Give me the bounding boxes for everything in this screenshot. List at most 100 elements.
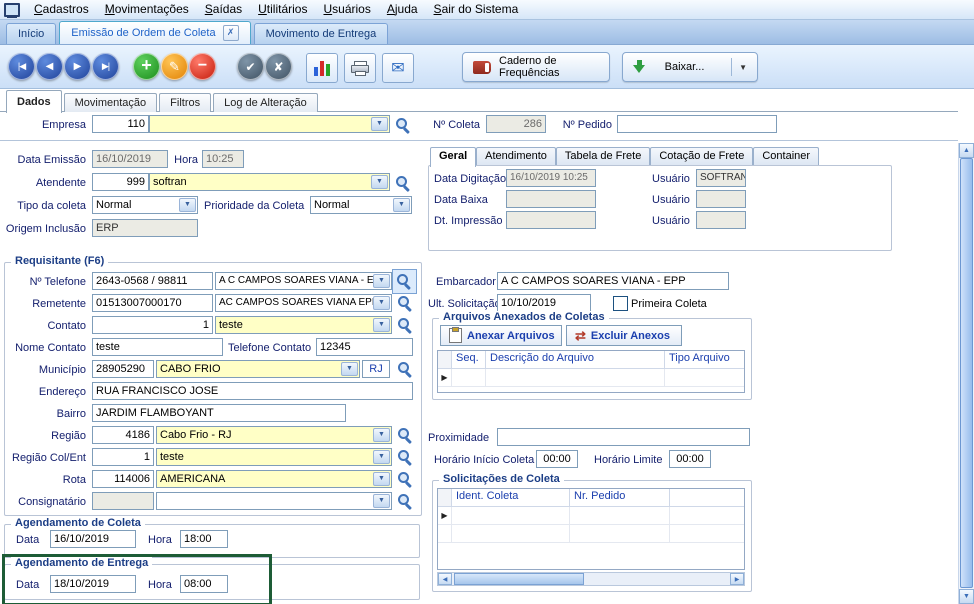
rota-combo[interactable]: AMERICANA xyxy=(156,470,392,488)
nav-last-button[interactable] xyxy=(92,53,119,80)
menu-sair-do-sistema[interactable]: Sair do Sistema xyxy=(426,0,527,19)
menu-cadastros[interactable]: Cadastros xyxy=(26,0,97,19)
empresa-search-icon[interactable] xyxy=(394,116,411,133)
regiao-col-ent-code-field[interactable]: 1 xyxy=(92,448,154,466)
bairro-field[interactable]: JARDIM FLAMBOYANT xyxy=(92,404,346,422)
primeira-coleta-checkbox[interactable] xyxy=(613,296,628,311)
empresa-combo[interactable] xyxy=(149,115,390,133)
dropdown-arrow-icon[interactable] xyxy=(393,198,410,212)
dropdown-arrow-icon[interactable] xyxy=(373,296,390,310)
tab-tabela-de-frete[interactable]: Tabela de Frete xyxy=(556,147,650,165)
dropdown-arrow-icon[interactable] xyxy=(371,117,388,131)
nav-first-button[interactable] xyxy=(8,53,35,80)
atendente-search-icon[interactable] xyxy=(394,174,411,191)
nav-previous-button[interactable] xyxy=(36,53,63,80)
contato-code-field[interactable]: 1 xyxy=(92,316,213,334)
horario-limite-field[interactable]: 00:00 xyxy=(669,450,711,468)
dropdown-arrow-icon[interactable] xyxy=(373,494,390,508)
menu-ajuda[interactable]: Ajuda xyxy=(379,0,426,19)
cliente-search-icon[interactable] xyxy=(395,272,412,289)
anexos-grid[interactable]: Seq. Descrição do Arquivo Tipo Arquivo xyxy=(437,350,745,393)
dropdown-arrow-icon[interactable] xyxy=(373,428,390,442)
solicitacoes-grid-row[interactable] xyxy=(438,507,744,525)
close-icon[interactable] xyxy=(223,25,239,41)
tab-dados[interactable]: Dados xyxy=(6,90,62,113)
prioridade-combo[interactable]: Normal xyxy=(310,196,412,214)
dropdown-arrow-icon[interactable] xyxy=(341,362,358,376)
baixar-button[interactable]: Baixar... xyxy=(622,52,758,82)
remetente-search-icon[interactable] xyxy=(396,294,413,311)
telefone-field[interactable]: 2643-0568 / 98811 xyxy=(92,272,213,290)
proximidade-field[interactable] xyxy=(497,428,750,446)
contato-combo[interactable]: teste xyxy=(215,316,392,334)
empresa-code-field[interactable]: 110 xyxy=(92,115,149,133)
tab-movimento-de-entrega[interactable]: Movimento de Entrega xyxy=(254,23,389,44)
solicitacoes-grid-row[interactable] xyxy=(438,525,744,543)
send-button[interactable] xyxy=(382,53,414,83)
dropdown-arrow-icon[interactable] xyxy=(371,175,388,189)
regiao-combo[interactable]: Cabo Frio - RJ xyxy=(156,426,392,444)
tab-filtros[interactable]: Filtros xyxy=(159,93,211,112)
print-button[interactable] xyxy=(344,53,376,83)
nome-contato-field[interactable]: teste xyxy=(92,338,223,356)
excluir-anexos-button[interactable]: Excluir Anexos xyxy=(566,325,682,346)
solicitacoes-grid[interactable]: Ident. Coleta Nr. Pedido xyxy=(437,488,745,570)
dropdown-arrow-icon[interactable] xyxy=(373,318,390,332)
embarcador-field[interactable]: A C CAMPOS SOARES VIANA - EPP xyxy=(497,272,729,290)
contato-search-icon[interactable] xyxy=(396,316,413,333)
menu-saidas[interactable]: Saídas xyxy=(197,0,250,19)
horario-inicio-coleta-field[interactable]: 00:00 xyxy=(536,450,578,468)
telefone-contato-field[interactable]: 12345 xyxy=(316,338,413,356)
scroll-left-icon[interactable] xyxy=(438,573,452,585)
scroll-up-icon[interactable] xyxy=(959,143,974,158)
remetente-cnpj-field[interactable]: 01513007000170 xyxy=(92,294,213,312)
atendente-code-field[interactable]: 999 xyxy=(92,173,149,191)
tab-emissao-de-ordem-de-coleta[interactable]: Emissão de Ordem de Coleta xyxy=(59,21,250,44)
dropdown-arrow-icon[interactable] xyxy=(373,274,390,288)
agendamento-entrega-data-field[interactable]: 18/10/2019 xyxy=(50,575,136,593)
tab-inicio[interactable]: Início xyxy=(6,23,56,44)
anexos-grid-row[interactable] xyxy=(438,369,744,387)
tab-cotacao-de-frete[interactable]: Cotação de Frete xyxy=(650,147,753,165)
cancel-button[interactable] xyxy=(265,53,292,80)
tab-atendimento[interactable]: Atendimento xyxy=(476,147,556,165)
ult-solicitacao-field[interactable]: 10/10/2019 xyxy=(497,294,591,312)
dropdown-arrow-icon[interactable] xyxy=(373,450,390,464)
add-record-button[interactable] xyxy=(133,53,160,80)
edit-record-button[interactable] xyxy=(161,53,188,80)
atendente-combo[interactable]: softran xyxy=(149,173,390,191)
menu-usuarios[interactable]: Usuários xyxy=(315,0,378,19)
agendamento-coleta-data-field[interactable]: 16/10/2019 xyxy=(50,530,136,548)
anexar-arquivos-button[interactable]: Anexar Arquivos xyxy=(440,325,562,346)
municipio-combo[interactable]: CABO FRIO xyxy=(156,360,360,378)
agendamento-coleta-hora-field[interactable]: 18:00 xyxy=(180,530,228,548)
scrollbar-thumb[interactable] xyxy=(454,573,584,585)
dropdown-arrow-icon[interactable] xyxy=(373,472,390,486)
scroll-right-icon[interactable] xyxy=(730,573,744,585)
scrollbar-thumb[interactable] xyxy=(960,158,973,588)
regiao-code-field[interactable]: 4186 xyxy=(92,426,154,444)
dropdown-arrow-icon[interactable] xyxy=(179,198,196,212)
scroll-down-icon[interactable] xyxy=(959,589,974,604)
menu-movimentacoes[interactable]: Movimentações xyxy=(97,0,197,19)
regiao-search-icon[interactable] xyxy=(396,426,413,443)
nav-next-button[interactable] xyxy=(64,53,91,80)
tipo-coleta-combo[interactable]: Normal xyxy=(92,196,198,214)
rota-search-icon[interactable] xyxy=(396,470,413,487)
consignatario-combo[interactable] xyxy=(156,492,392,510)
tab-container[interactable]: Container xyxy=(753,147,819,165)
vertical-scrollbar[interactable] xyxy=(958,143,974,604)
delete-record-button[interactable] xyxy=(189,53,216,80)
endereco-field[interactable]: RUA FRANCISCO JOSE xyxy=(92,382,413,400)
solicitacoes-horizontal-scrollbar[interactable] xyxy=(437,572,745,586)
regiao-col-ent-search-icon[interactable] xyxy=(396,448,413,465)
menu-utilitarios[interactable]: Utilitários xyxy=(250,0,315,19)
chevron-down-icon[interactable] xyxy=(731,58,747,76)
municipio-code-field[interactable]: 28905290 xyxy=(92,360,154,378)
tab-movimentacao[interactable]: Movimentação xyxy=(64,93,158,112)
remetente-combo[interactable]: AC CAMPOS SOARES VIANA EPP xyxy=(215,294,392,312)
npedido-field[interactable] xyxy=(617,115,777,133)
municipio-search-icon[interactable] xyxy=(396,360,413,377)
tab-geral[interactable]: Geral xyxy=(430,147,476,167)
tab-log-de-alteracao[interactable]: Log de Alteração xyxy=(213,93,318,112)
